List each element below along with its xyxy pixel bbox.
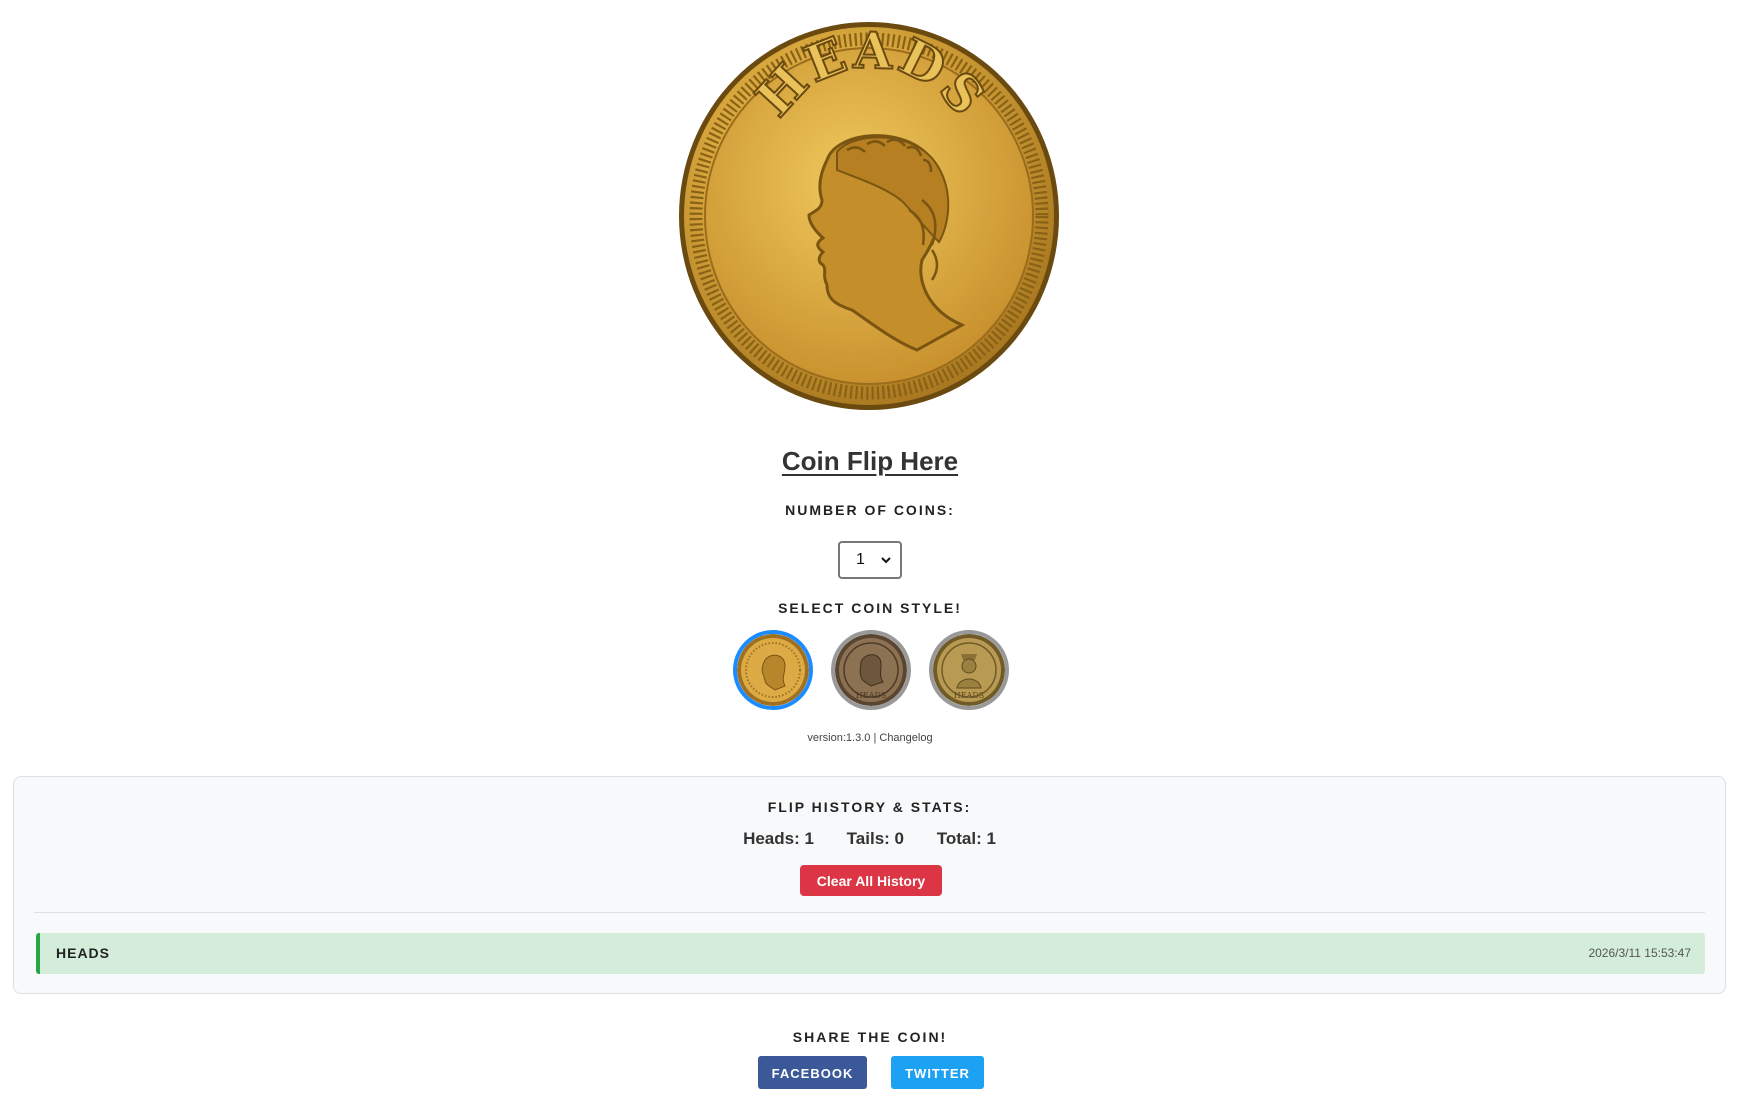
clear-history-button[interactable]: Clear All History xyxy=(800,865,942,896)
number-of-coins-label: NUMBER OF COINS: xyxy=(785,502,955,518)
history-entry-result: HEADS xyxy=(56,945,111,961)
coin-heads-image: HEADS xyxy=(679,20,1059,410)
coin-style-bronze[interactable]: HEADS xyxy=(831,630,911,710)
coin-style-options: HEADS HEADS xyxy=(733,630,1009,710)
history-entry: HEADS 2026/3/11 15:53:47 xyxy=(36,933,1705,974)
page-title: Coin Flip Here xyxy=(0,446,1740,477)
tails-count: Tails: 0 xyxy=(846,829,904,848)
history-entry-timestamp: 2026/3/11 15:53:47 xyxy=(1588,946,1691,960)
version-text: version:1.3.0 xyxy=(807,732,871,744)
chevron-down-icon xyxy=(881,557,891,564)
twitter-share-button[interactable]: TWITTER xyxy=(891,1056,984,1089)
number-of-coins-value: 1 xyxy=(856,551,865,568)
version-info: version:1.3.0 | Changelog xyxy=(0,732,1740,744)
number-of-coins-select[interactable]: 1 xyxy=(838,541,902,579)
title-link[interactable]: Coin Flip Here xyxy=(782,446,958,476)
brass-coin-text: HEADS xyxy=(954,691,985,700)
bronze-coin-text: HEADS xyxy=(856,691,887,700)
coin-style-gold[interactable] xyxy=(733,630,813,710)
brass-coin-icon: HEADS xyxy=(933,634,1005,706)
divider xyxy=(34,912,1705,913)
changelog-link[interactable]: Changelog xyxy=(879,732,932,744)
coin-display[interactable]: HEADS xyxy=(677,20,1061,412)
total-count: Total: 1 xyxy=(936,829,996,848)
history-title: FLIP HISTORY & STATS: xyxy=(767,799,972,815)
version-separator: | xyxy=(873,732,877,744)
facebook-share-button[interactable]: FACEBOOK xyxy=(758,1056,867,1089)
flip-stats: Heads: 1 Tails: 0 Total: 1 xyxy=(14,829,1725,849)
share-label: SHARE THE COIN! xyxy=(792,1029,948,1045)
bronze-coin-icon: HEADS xyxy=(835,634,907,706)
flip-history-panel: FLIP HISTORY & STATS: Heads: 1 Tails: 0 … xyxy=(13,776,1726,994)
coin-style-label: SELECT COIN STYLE! xyxy=(778,600,962,616)
gold-coin-icon xyxy=(737,634,809,706)
coin-flip-page: HEADS Coin Flip Here NUMBER OF COINS: 1 xyxy=(0,0,1740,1099)
coin-style-brass[interactable]: HEADS xyxy=(929,630,1009,710)
heads-count: Heads: 1 xyxy=(743,829,814,848)
